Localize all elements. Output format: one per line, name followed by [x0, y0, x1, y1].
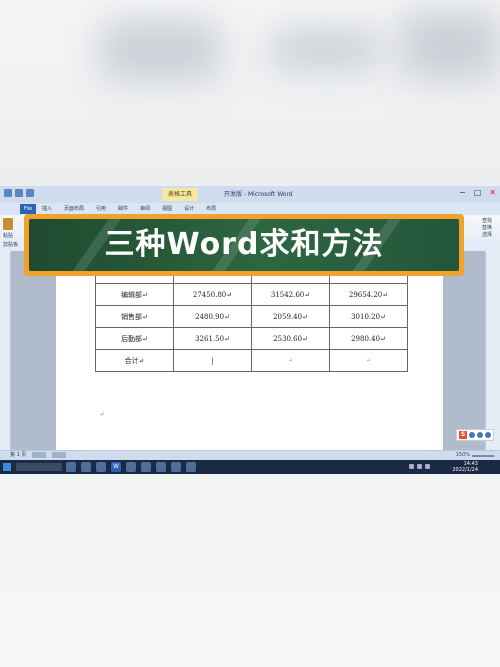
banner-title: 三种Word求和方法	[104, 227, 384, 262]
vertical-scrollbar[interactable]	[485, 251, 500, 450]
table-cell[interactable]: ↵	[329, 349, 408, 372]
tab-view[interactable]: 视图	[162, 205, 172, 212]
table-row: 合计↵ | ↵ ↵	[95, 349, 408, 372]
chrome-icon[interactable]	[96, 462, 106, 472]
table-cell[interactable]: 29654.20↵	[329, 283, 408, 306]
table-cell[interactable]: 后勤部↵	[95, 327, 174, 350]
ime-toolbar[interactable]: S	[456, 429, 494, 441]
title-bar: 表格工具 开发版 - Microsoft Word − □ ✕	[0, 186, 500, 204]
folder-icon[interactable]	[126, 462, 136, 472]
zoom-level[interactable]: 150%	[456, 452, 470, 458]
ime-tool-icon[interactable]	[477, 432, 483, 438]
network-icon[interactable]	[409, 464, 414, 469]
select-button[interactable]: 选择	[482, 232, 492, 239]
edge-icon[interactable]	[81, 462, 91, 472]
taskbar-apps: W	[66, 462, 196, 472]
table-cell[interactable]: ↵	[251, 349, 330, 372]
table-cell[interactable]: 2530.60↵	[251, 327, 330, 350]
tab-page-layout[interactable]: 页面布局	[64, 205, 84, 212]
redo-icon[interactable]	[26, 189, 34, 197]
windows-taskbar: W 14:43 2022/1/24	[0, 460, 500, 474]
table-cell[interactable]: 合计↵	[95, 349, 174, 372]
editing-group: 查找 替换 选择	[482, 218, 492, 239]
save-icon[interactable]	[4, 189, 12, 197]
task-view-icon[interactable]	[66, 462, 76, 472]
clipboard-label: 剪贴板	[3, 242, 19, 248]
language-indicator[interactable]	[52, 452, 67, 458]
app-icon[interactable]	[171, 462, 181, 472]
taskbar-clock[interactable]: 14:43 2022/1/24	[452, 461, 478, 473]
tab-review[interactable]: 审阅	[140, 205, 150, 212]
blurred-background-top	[0, 0, 500, 186]
minimize-button[interactable]: −	[459, 188, 466, 197]
banner-board: 三种Word求和方法	[29, 219, 459, 271]
window-title: 开发版 - Microsoft Word	[224, 191, 293, 198]
quick-access-toolbar[interactable]	[4, 189, 34, 197]
table-row: 后勤部↵ 3261.50↵ 2530.60↵ 2980.40↵	[95, 327, 408, 350]
table-cell[interactable]: 3010.20↵	[329, 305, 408, 328]
paste-icon[interactable]	[3, 218, 13, 230]
tab-insert[interactable]: 插入	[42, 205, 52, 212]
tab-references[interactable]: 引用	[96, 205, 106, 212]
system-tray	[409, 464, 430, 469]
app-icon[interactable]	[186, 462, 196, 472]
word-icon[interactable]: W	[111, 462, 121, 472]
undo-icon[interactable]	[15, 189, 23, 197]
page-indicator[interactable]: 第 1 页	[10, 452, 26, 458]
replace-button[interactable]: 替换	[482, 225, 492, 232]
table-cell[interactable]: 2980.40↵	[329, 327, 408, 350]
blurred-background-bottom	[0, 474, 500, 667]
zoom-slider[interactable]	[472, 455, 494, 457]
table-cell[interactable]: 31542.60↵	[251, 283, 330, 306]
ime-tool-icon[interactable]	[469, 432, 475, 438]
volume-icon[interactable]	[417, 464, 422, 469]
find-button[interactable]: 查找	[482, 218, 492, 225]
document-page[interactable]: ↵ 1 月↵ 2 月↵ 3 月↵ 编辑部↵ 27450.80↵ 31542.60…	[56, 251, 443, 450]
maximize-button[interactable]: □	[474, 188, 482, 197]
tab-design[interactable]: 设计	[184, 205, 194, 212]
paste-label: 粘贴	[3, 233, 14, 239]
table-cell[interactable]: 3261.50↵	[173, 327, 252, 350]
table-row: 编辑部↵ 27450.80↵ 31542.60↵ 29654.20↵	[95, 283, 408, 306]
table-cell[interactable]: 编辑部↵	[95, 283, 174, 306]
title-banner: 三种Word求和方法	[24, 214, 464, 276]
table-cell[interactable]: 2059.40↵	[251, 305, 330, 328]
data-table: ↵ 1 月↵ 2 月↵ 3 月↵ 编辑部↵ 27450.80↵ 31542.60…	[95, 261, 408, 372]
tab-mailings[interactable]: 邮件	[118, 205, 128, 212]
tab-layout[interactable]: 布局	[206, 205, 216, 212]
ime-tool-icon[interactable]	[485, 432, 491, 438]
text-cursor-cell[interactable]: |	[173, 349, 252, 372]
table-cell[interactable]: 销售部↵	[95, 305, 174, 328]
close-button[interactable]: ✕	[489, 188, 496, 197]
word-count[interactable]	[32, 452, 47, 458]
table-tools-context-tab[interactable]: 表格工具	[162, 188, 199, 201]
sogou-ime-icon[interactable]: S	[459, 431, 467, 439]
ime-indicator-icon[interactable]	[425, 464, 430, 469]
clock-date: 2022/1/24	[452, 467, 478, 473]
tab-file[interactable]: File	[20, 204, 36, 214]
clipboard-group: 粘贴 剪贴板	[3, 218, 18, 248]
folder-icon[interactable]	[156, 462, 166, 472]
vertical-ruler	[0, 251, 11, 450]
table-cell[interactable]: 27450.80↵	[173, 283, 252, 306]
document-area: ↵ 1 月↵ 2 月↵ 3 月↵ 编辑部↵ 27450.80↵ 31542.60…	[0, 251, 500, 450]
windows-start-icon[interactable]	[3, 463, 11, 471]
taskbar-search-box[interactable]	[16, 463, 62, 471]
folder-icon[interactable]	[141, 462, 151, 472]
table-cell[interactable]: 2480.90↵	[173, 305, 252, 328]
table-row: 销售部↵ 2480.90↵ 2059.40↵ 3010.20↵	[95, 305, 408, 328]
paragraph-mark: ↵	[100, 411, 106, 418]
